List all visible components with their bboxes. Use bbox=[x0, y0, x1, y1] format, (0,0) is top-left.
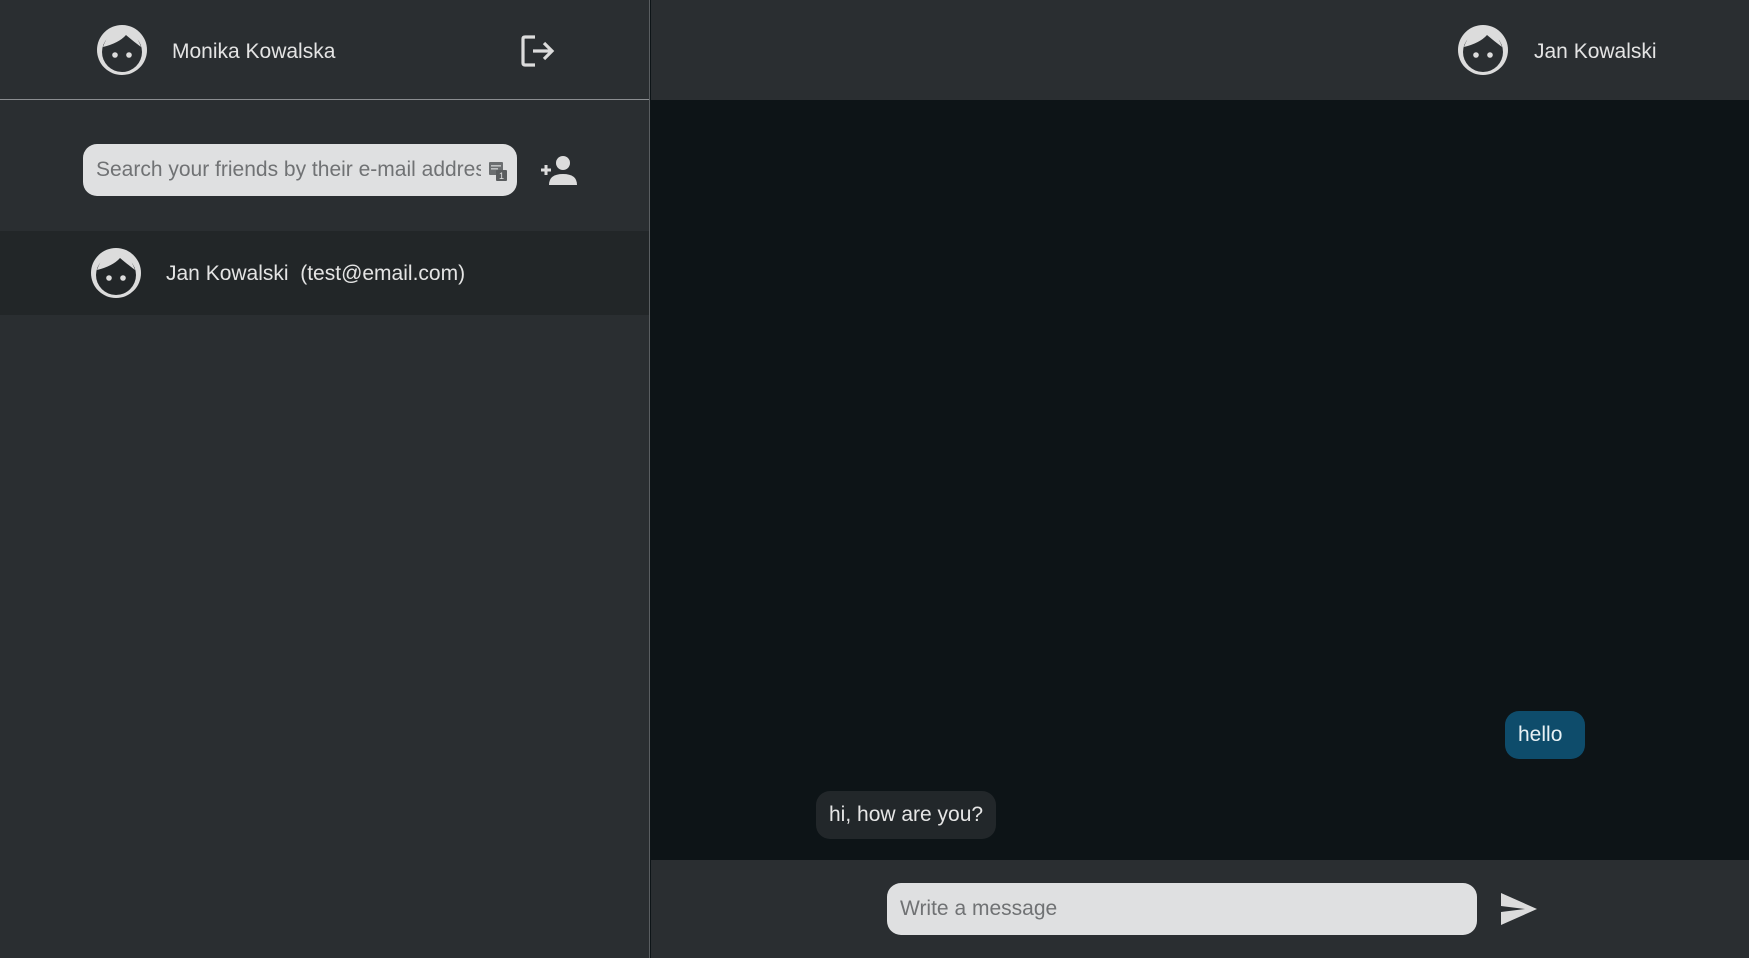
current-user-name: Monika Kowalska bbox=[172, 40, 336, 63]
autofill-icon[interactable]: 1 bbox=[488, 160, 508, 182]
send-button[interactable] bbox=[1499, 890, 1539, 928]
person-add-icon bbox=[541, 156, 577, 185]
face-icon bbox=[89, 246, 143, 300]
logout-icon bbox=[521, 35, 555, 67]
send-icon bbox=[1501, 893, 1537, 925]
chat-peer-name: Jan Kowalski bbox=[1534, 40, 1657, 63]
chat-header: Jan Kowalski bbox=[651, 0, 1749, 100]
add-friend-button[interactable] bbox=[539, 153, 579, 187]
svg-text:1: 1 bbox=[499, 171, 504, 181]
friend-list-item[interactable]: Jan Kowalski (test@email.com) bbox=[0, 231, 649, 315]
sidebar-header: Monika Kowalska bbox=[0, 0, 649, 100]
incoming-message-bubble: hi, how are you? bbox=[816, 791, 997, 839]
logout-button[interactable] bbox=[520, 34, 556, 68]
chat-app: Monika Kowalska 1 bbox=[0, 0, 1749, 958]
friend-search-input[interactable] bbox=[83, 144, 517, 196]
outgoing-message-bubble: hello bbox=[1505, 711, 1585, 759]
friend-name-email: Jan Kowalski (test@email.com) bbox=[166, 262, 466, 285]
sidebar: Monika Kowalska 1 bbox=[0, 0, 650, 958]
face-icon bbox=[1456, 23, 1510, 77]
chat-panel: Jan Kowalski hello hi, how are you? bbox=[651, 0, 1749, 958]
message-input[interactable] bbox=[887, 883, 1477, 935]
message-composer bbox=[651, 860, 1749, 958]
face-icon bbox=[95, 23, 149, 77]
